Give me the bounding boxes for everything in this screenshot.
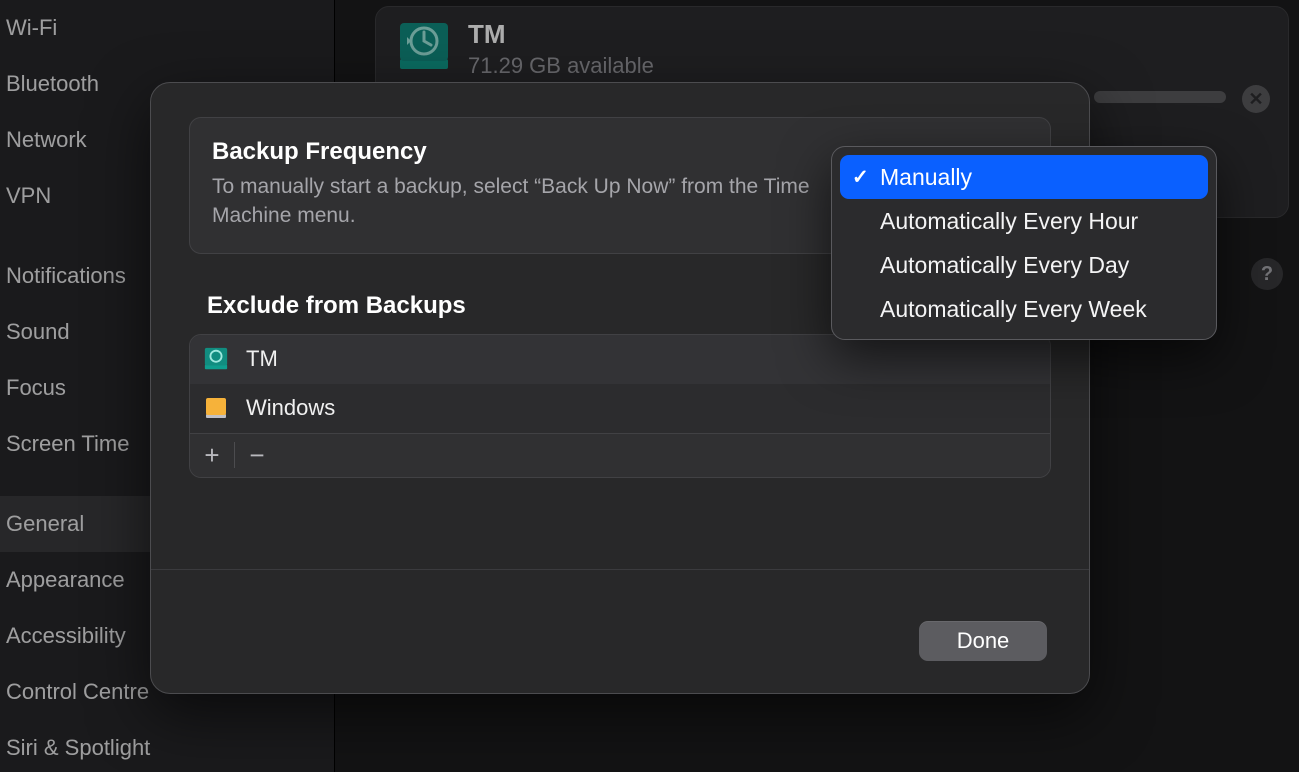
menu-item-every-hour[interactable]: Automatically Every Hour — [840, 199, 1208, 243]
exclude-row-label: TM — [246, 346, 278, 372]
time-machine-disk-icon — [202, 345, 230, 373]
menu-item-label: Automatically Every Hour — [880, 208, 1138, 235]
menu-item-label: Manually — [880, 164, 972, 191]
exclude-row[interactable]: Windows — [190, 384, 1050, 433]
exclude-list: TM Windows + − — [189, 334, 1051, 478]
remove-exclude-button[interactable]: − — [235, 433, 279, 477]
add-exclude-button[interactable]: + — [190, 433, 234, 477]
menu-item-manually[interactable]: ✓ Manually — [840, 155, 1208, 199]
exclude-row[interactable]: TM — [190, 335, 1050, 384]
external-disk-icon — [202, 394, 230, 422]
menu-item-label: Automatically Every Week — [880, 296, 1147, 323]
sheet-divider — [151, 569, 1089, 570]
minus-icon: − — [249, 440, 264, 471]
plus-icon: + — [204, 440, 219, 471]
exclude-toolbar: + − — [190, 433, 1050, 477]
check-icon: ✓ — [852, 165, 869, 190]
done-button-label: Done — [957, 628, 1010, 654]
backup-frequency-description: To manually start a backup, select “Back… — [212, 172, 852, 231]
exclude-row-label: Windows — [246, 395, 335, 421]
menu-item-label: Automatically Every Day — [880, 252, 1129, 279]
menu-item-every-week[interactable]: Automatically Every Week — [840, 287, 1208, 331]
done-button[interactable]: Done — [919, 621, 1047, 661]
menu-item-every-day[interactable]: Automatically Every Day — [840, 243, 1208, 287]
backup-frequency-menu: ✓ Manually Automatically Every Hour Auto… — [831, 146, 1217, 340]
